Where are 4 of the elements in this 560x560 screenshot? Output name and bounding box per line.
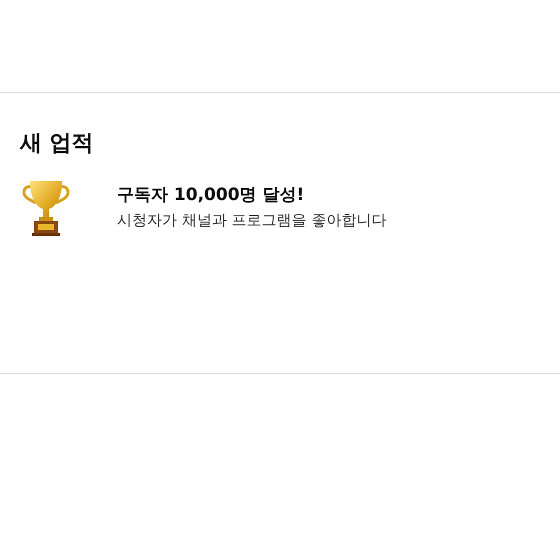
section-title: 새 업적 (20, 131, 95, 158)
achievement-title: 구독자 10,000명 달성! (117, 184, 306, 208)
trophy-icon (22, 179, 70, 238)
achievement-description: 시청자가 채널과 프로그램을 좋아합니다 (117, 210, 386, 232)
